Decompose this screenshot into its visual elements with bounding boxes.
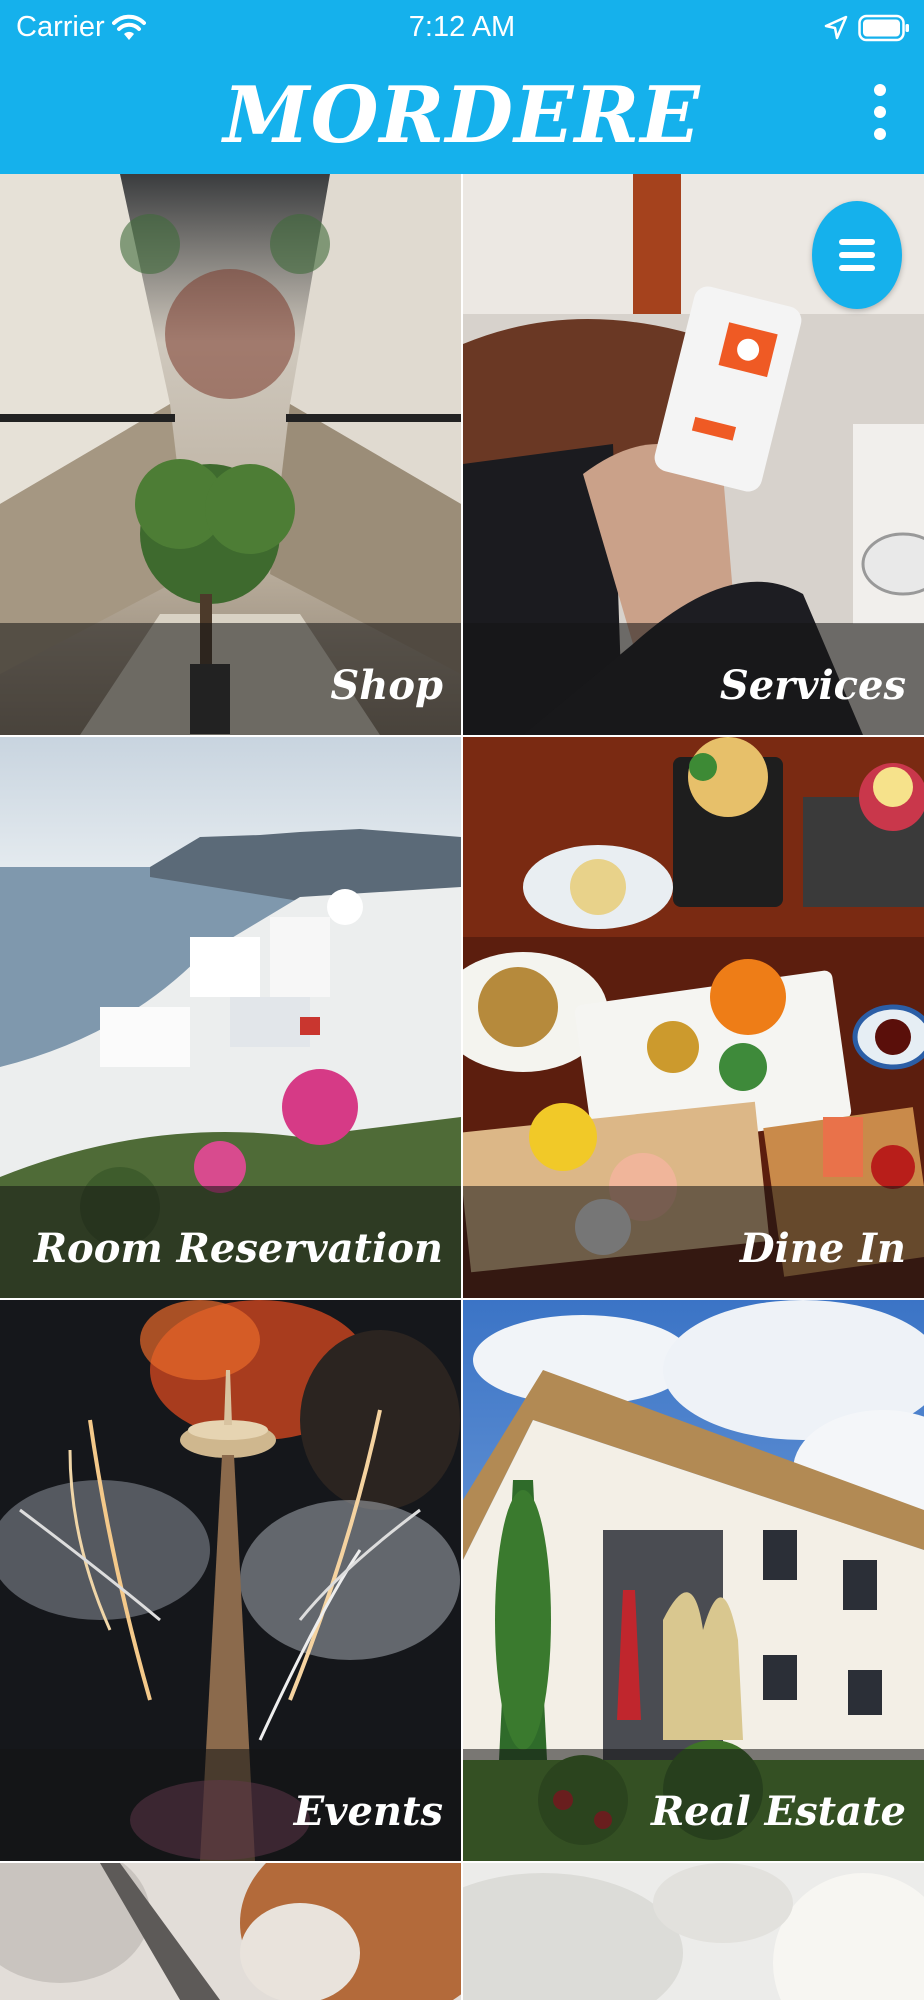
tile-label: Room Reservation <box>33 1225 443 1272</box>
tile-label: Shop <box>330 662 443 709</box>
app-title: MORDERE <box>223 70 701 161</box>
clock-time: 7:12 AM <box>408 11 516 43</box>
partial-tile-image <box>0 1863 461 2000</box>
app-header: MORDERE <box>0 58 924 174</box>
tile-room-reservation[interactable]: Room Reservation <box>0 737 461 1298</box>
hamburger-menu-button[interactable] <box>812 201 902 309</box>
more-vertical-icon[interactable] <box>866 84 894 140</box>
partial-tile-image <box>463 1863 924 2000</box>
tile-label: Real Estate <box>650 1788 906 1835</box>
hamburger-menu-icon-line <box>839 252 875 258</box>
battery-icon <box>858 14 909 42</box>
location-icon <box>824 15 848 40</box>
tile-dine-in[interactable]: Dine In <box>463 737 924 1298</box>
tile-label: Events <box>293 1788 443 1835</box>
tile-events[interactable]: Events <box>0 1300 461 1861</box>
tile-label: Services <box>719 662 906 709</box>
tile-partial-left[interactable] <box>0 1863 461 2000</box>
status-bar: Carrier 7:12 AM <box>0 0 924 58</box>
hamburger-menu-icon-line <box>839 265 875 271</box>
tile-partial-right[interactable] <box>463 1863 924 2000</box>
tile-real-estate[interactable]: Real Estate <box>463 1300 924 1861</box>
hamburger-menu-icon <box>839 239 875 245</box>
tile-label: Dine In <box>739 1225 906 1272</box>
tile-shop[interactable]: Shop <box>0 174 461 735</box>
category-grid: Shop Services Room Reservation Dine In E… <box>0 174 924 2000</box>
